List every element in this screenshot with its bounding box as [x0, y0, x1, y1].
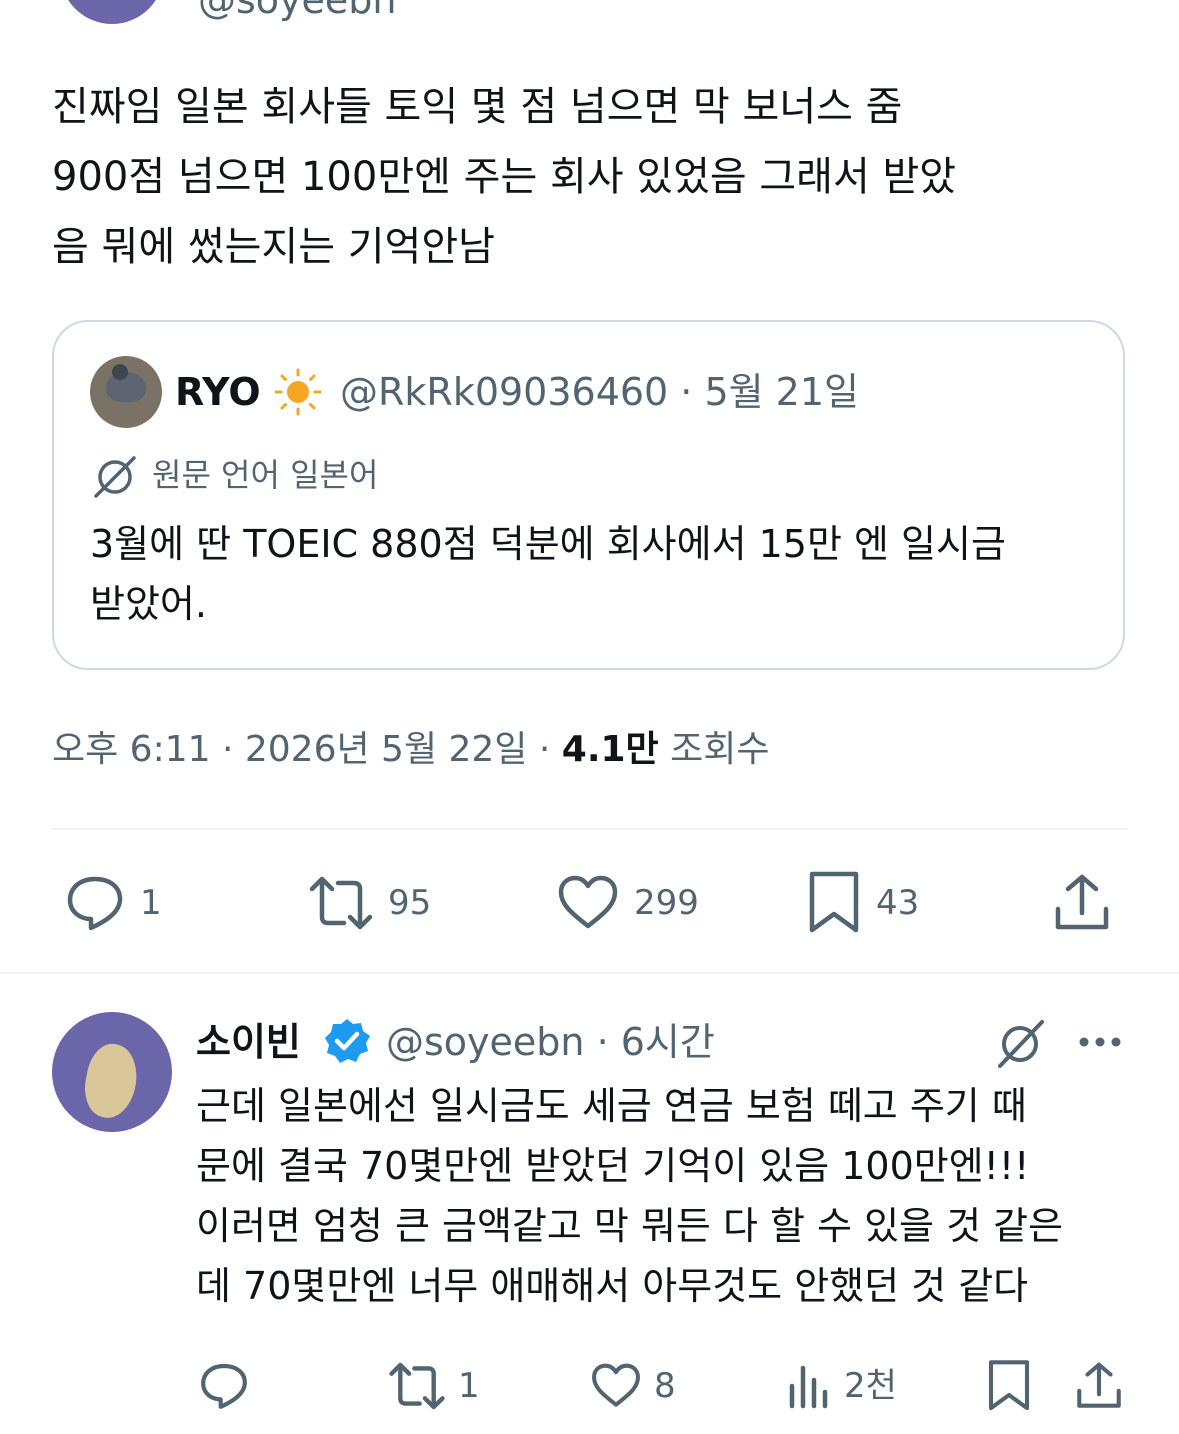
- reply-meta: @soyeebn · 6시간: [386, 1020, 715, 1064]
- divider: [0, 972, 1179, 974]
- tweet-text: 진짜임 일본 회사들 토익 몇 점 넘으면 막 보너스 줌 900점 넘으면 1…: [52, 84, 957, 270]
- translate-icon[interactable]: [992, 1016, 1048, 1072]
- quote-text: 3월에 딴 TOEIC 880점 덕분에 회사에서 15만 엔 일시금 받았어.: [90, 522, 1006, 626]
- divider: [52, 828, 1128, 830]
- reply-icon: [67, 876, 123, 931]
- reply-author-name[interactable]: 소이빈: [196, 1016, 301, 1068]
- reply-retweet-button[interactable]: 1: [388, 1356, 480, 1416]
- bean-image: [78, 1039, 144, 1123]
- like-count: 299: [634, 883, 699, 923]
- top-handle[interactable]: @soyeebn: [198, 0, 397, 22]
- heart-icon: [558, 875, 618, 929]
- reply-count: 1: [140, 883, 162, 923]
- reply-reply-button[interactable]: [198, 1356, 250, 1416]
- quote-meta: @RkRk09036460 · 5월 21일: [340, 370, 859, 414]
- reply-like-button[interactable]: 8: [590, 1356, 676, 1416]
- bookmark-button[interactable]: 43: [806, 870, 919, 936]
- top-avatar[interactable]: [60, 0, 164, 24]
- share-icon: [1077, 1362, 1121, 1408]
- bookmark-icon: [988, 1360, 1030, 1411]
- reply-share-button[interactable]: [1076, 1356, 1122, 1416]
- retweet-count: 95: [388, 883, 432, 923]
- sun-icon: [274, 368, 322, 416]
- heart-icon: [592, 1363, 640, 1407]
- tweet-meta: 오후 6:11 · 2026년 5월 22일 · 4.1만 조회수: [52, 722, 769, 778]
- verified-badge-icon: [325, 1019, 370, 1063]
- reply-bookmark-button[interactable]: [986, 1356, 1032, 1416]
- more-options-icon[interactable]: [1076, 1016, 1124, 1068]
- reply-retweet-count: 1: [458, 1366, 480, 1406]
- reply-views-button[interactable]: 2천: [788, 1356, 897, 1416]
- reply-button[interactable]: 1: [64, 870, 162, 936]
- views-label: 조회수: [658, 729, 770, 770]
- reply-avatar[interactable]: [52, 1012, 172, 1132]
- reply-text: 근데 일본에선 일시금도 세금 연금 보험 떼고 주기 때 문에 결국 70몇만…: [196, 1084, 1064, 1308]
- share-button[interactable]: [1054, 870, 1110, 936]
- translate-icon: [94, 456, 136, 498]
- quote-avatar[interactable]: [90, 356, 162, 428]
- share-icon: [1055, 874, 1109, 930]
- retweet-icon: [389, 1362, 445, 1410]
- tweet-time: 오후 6:11 · 2026년 5월 22일 ·: [52, 729, 562, 770]
- quote-author-name[interactable]: RYO: [175, 366, 261, 418]
- analytics-icon: [789, 1365, 828, 1409]
- translation-label[interactable]: 원문 언어 일본어: [152, 452, 378, 498]
- reply-like-count: 8: [654, 1366, 676, 1406]
- retweet-button[interactable]: 95: [308, 870, 431, 936]
- views-count[interactable]: 4.1만: [562, 729, 659, 770]
- reply-views-count: 2천: [844, 1366, 897, 1406]
- bookmark-icon: [809, 871, 859, 933]
- like-button[interactable]: 299: [556, 870, 699, 936]
- bookmark-count: 43: [876, 883, 920, 923]
- retweet-icon: [309, 876, 373, 930]
- reply-icon: [201, 1363, 247, 1409]
